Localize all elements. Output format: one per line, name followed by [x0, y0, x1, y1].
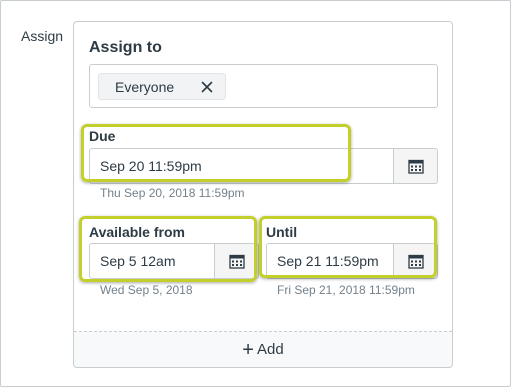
add-assignment-button[interactable]: + Add [74, 331, 452, 367]
calendar-icon [228, 253, 245, 269]
until-date-input[interactable]: Sep 21 11:59pm [266, 243, 394, 279]
until-label: Until [266, 224, 298, 240]
assignee-token-label: Everyone [115, 78, 175, 95]
add-label: Add [256, 341, 284, 358]
assign-card: Assign to Everyone Due Sep 20 11:59pm Th… [73, 21, 453, 368]
available-from-calendar-button[interactable] [215, 243, 259, 279]
available-from-input[interactable]: Sep 5 12am [89, 243, 215, 279]
until-date-hint: Fri Sep 21, 2018 11:59pm [277, 283, 415, 297]
assign-to-heading: Assign to [89, 39, 162, 56]
due-calendar-button[interactable] [394, 148, 438, 184]
calendar-icon [407, 253, 424, 269]
plus-icon: + [242, 338, 254, 361]
due-label: Due [89, 128, 116, 144]
assignee-token: Everyone [98, 73, 226, 100]
due-date-hint: Thu Sep 20, 2018 11:59pm [100, 186, 245, 200]
close-icon[interactable] [199, 79, 215, 95]
until-calendar-button[interactable] [394, 243, 438, 279]
assign-section: Assign Assign to Everyone Due Sep 20 11:… [0, 0, 511, 387]
assign-row-label: Assign [21, 28, 64, 44]
available-from-label: Available from [89, 224, 185, 240]
calendar-icon [407, 158, 424, 174]
due-date-input[interactable]: Sep 20 11:59pm [89, 148, 394, 184]
available-from-hint: Wed Sep 5, 2018 [100, 283, 193, 297]
assign-to-input[interactable]: Everyone [89, 64, 438, 108]
